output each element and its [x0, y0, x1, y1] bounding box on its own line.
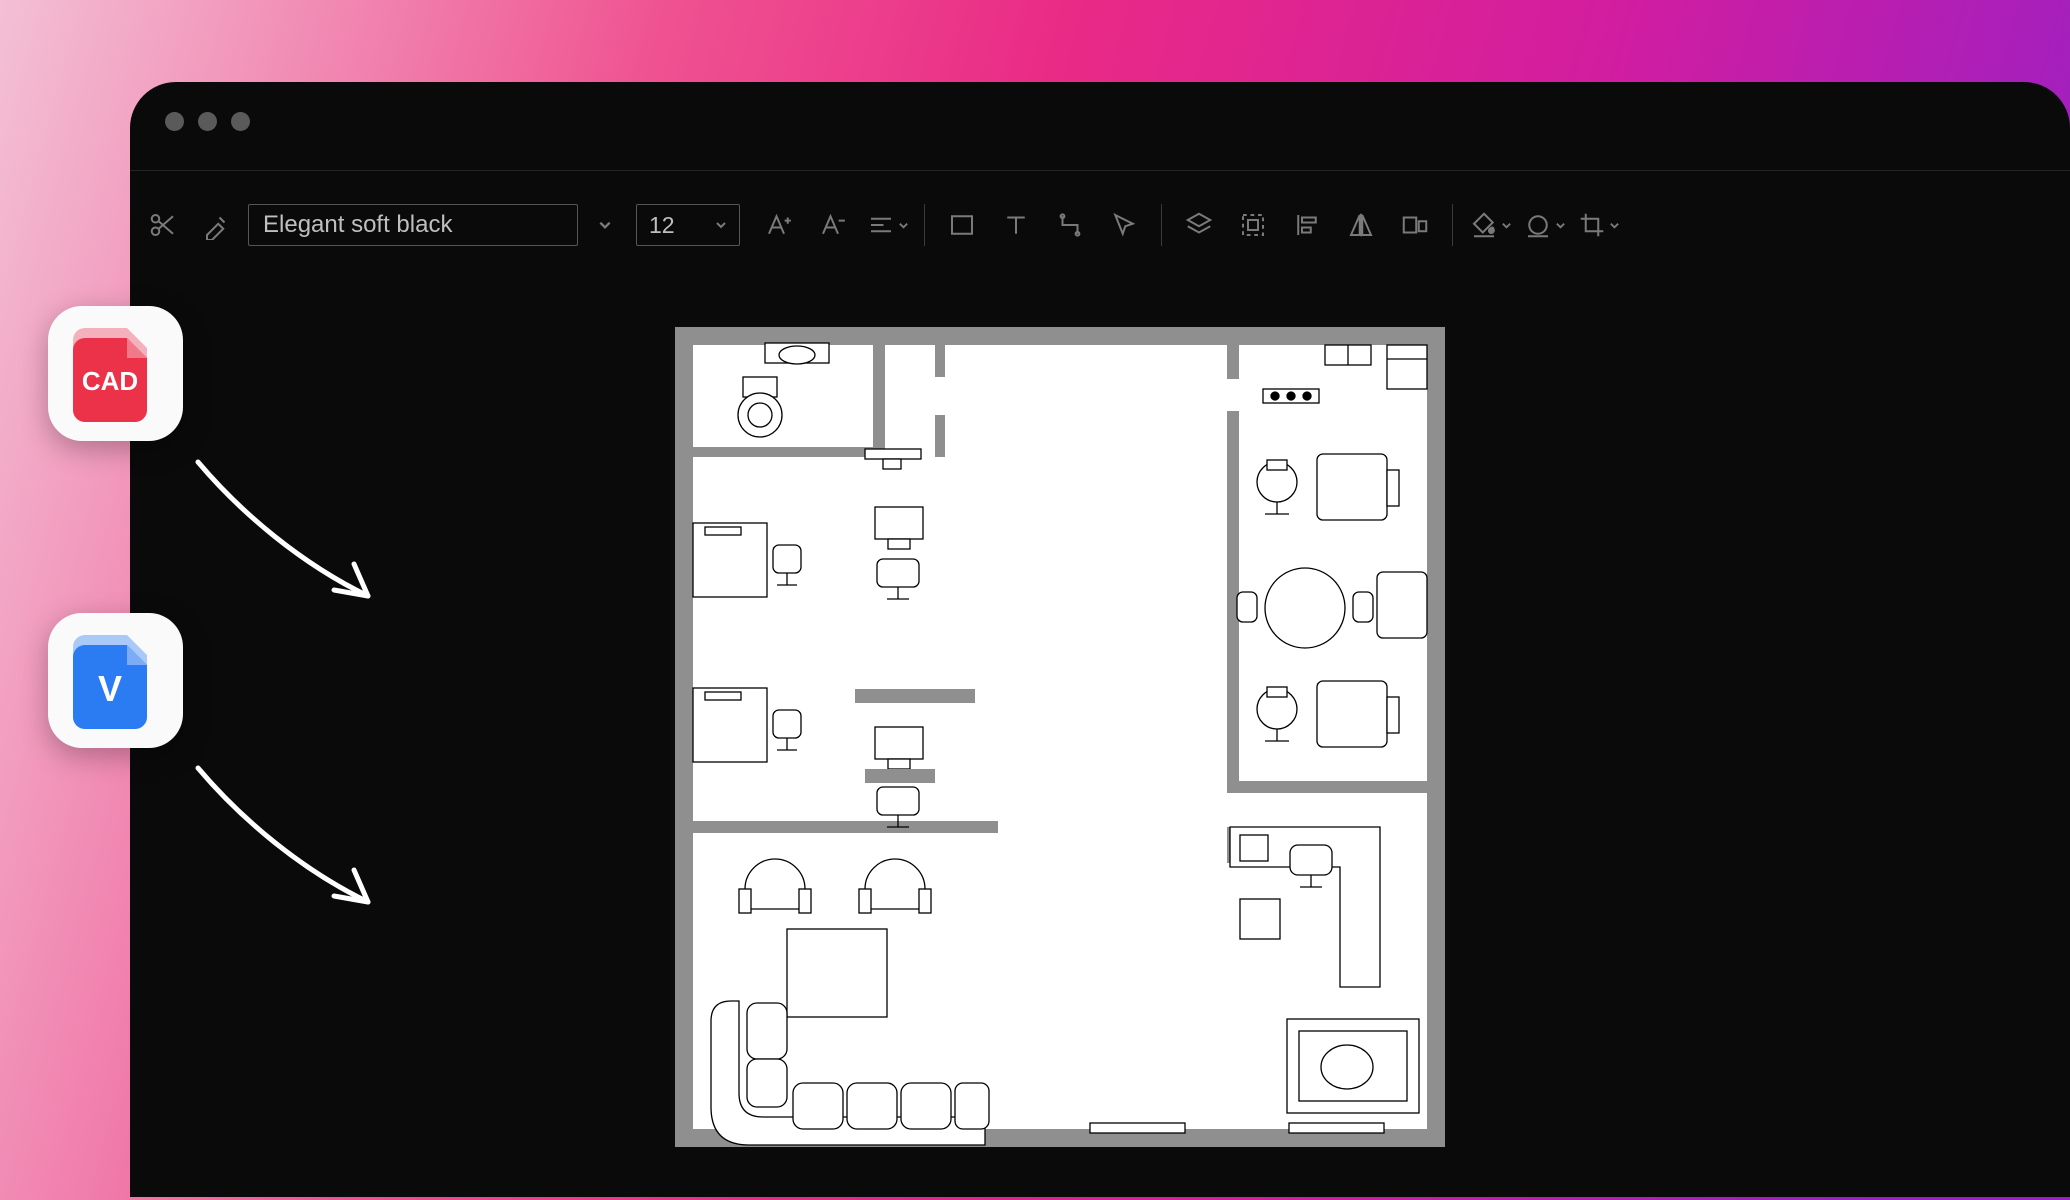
- workstation: [875, 507, 923, 599]
- cabinet: [1325, 345, 1427, 389]
- workstation: [693, 688, 801, 762]
- armchair: [859, 859, 931, 913]
- sink: [765, 343, 829, 364]
- visio-file-badge[interactable]: V: [48, 613, 183, 748]
- app-window: Elegant soft black 12: [130, 82, 2070, 1197]
- chevron-down-icon: [715, 219, 727, 231]
- pointer-tool-button[interactable]: [1101, 202, 1147, 248]
- traffic-close-icon[interactable]: [165, 112, 184, 131]
- text-tool-button[interactable]: [993, 202, 1039, 248]
- monitor: [865, 449, 921, 469]
- align-lines-icon: [866, 210, 896, 240]
- rug: [1287, 1019, 1419, 1113]
- align-left-icon: [1292, 210, 1322, 240]
- text-icon: [1001, 210, 1031, 240]
- visio-file-icon: V: [73, 631, 159, 731]
- toolbar-separator: [1161, 204, 1162, 246]
- font-family-value: Elegant soft black: [263, 211, 452, 239]
- workstation: [1257, 454, 1399, 520]
- layers-button[interactable]: [1176, 202, 1222, 248]
- font-family-select[interactable]: Elegant soft black: [248, 204, 578, 246]
- pointer-icon: [1109, 210, 1139, 240]
- connector-icon: [1055, 210, 1085, 240]
- traffic-lights: [165, 112, 250, 131]
- flip-horizontal-icon: [1346, 210, 1376, 240]
- font-size-value: 12: [649, 212, 675, 239]
- line-style-icon: [1523, 210, 1553, 240]
- decrease-font-button[interactable]: [810, 202, 856, 248]
- sectional-sofa: [711, 1001, 989, 1145]
- drawing-canvas[interactable]: [675, 327, 1445, 1147]
- paint-format-icon: [202, 210, 232, 240]
- fill-color-button[interactable]: [1467, 202, 1513, 248]
- office-chair: [773, 545, 801, 585]
- traffic-minimize-icon[interactable]: [198, 112, 217, 131]
- font-increase-icon: [764, 210, 794, 240]
- workstation: [865, 727, 935, 827]
- chevron-down-icon: [898, 220, 909, 231]
- main-toolbar: Elegant soft black 12: [140, 197, 2070, 253]
- toolbar-separator: [924, 204, 925, 246]
- armchair: [739, 859, 811, 913]
- chevron-down-icon: [1501, 220, 1512, 231]
- layers-icon: [1184, 210, 1214, 240]
- line-style-button[interactable]: [1521, 202, 1567, 248]
- cut-button[interactable]: [140, 202, 186, 248]
- same-size-icon: [1400, 210, 1430, 240]
- connector-tool-button[interactable]: [1047, 202, 1093, 248]
- cad-file-badge[interactable]: CAD: [48, 306, 183, 441]
- toilet: [738, 377, 782, 437]
- floor-plan-diagram: [675, 327, 1445, 1147]
- increase-font-button[interactable]: [756, 202, 802, 248]
- cad-file-icon: CAD: [73, 324, 159, 424]
- alignment-button[interactable]: [864, 202, 910, 248]
- rectangle-tool-button[interactable]: [939, 202, 985, 248]
- font-decrease-icon: [818, 210, 848, 240]
- format-painter-button[interactable]: [194, 202, 240, 248]
- font-size-select[interactable]: 12: [636, 204, 740, 246]
- crop-button[interactable]: [1575, 202, 1621, 248]
- group-icon: [1238, 210, 1268, 240]
- reception-desk: [1230, 827, 1380, 987]
- traffic-zoom-icon[interactable]: [231, 112, 250, 131]
- group-button[interactable]: [1230, 202, 1276, 248]
- pendant-lights: [1263, 389, 1319, 403]
- align-objects-button[interactable]: [1284, 202, 1330, 248]
- chevron-down-icon: [598, 218, 612, 232]
- crop-icon: [1577, 210, 1607, 240]
- flip-horizontal-button[interactable]: [1338, 202, 1384, 248]
- workstation: [1257, 681, 1399, 747]
- rectangle-icon: [947, 210, 977, 240]
- cad-file-label: CAD: [81, 366, 137, 396]
- same-size-button[interactable]: [1392, 202, 1438, 248]
- round-table-group: [1237, 568, 1427, 648]
- chevron-down-icon: [1555, 220, 1566, 231]
- scissors-icon: [148, 210, 178, 240]
- fill-bucket-icon: [1469, 210, 1499, 240]
- visio-file-label: V: [97, 668, 121, 709]
- chevron-down-icon: [1609, 220, 1620, 231]
- workstation: [693, 523, 801, 597]
- toolbar-separator: [1452, 204, 1453, 246]
- titlebar-divider: [130, 170, 2070, 171]
- font-family-caret[interactable]: [590, 204, 620, 246]
- coffee-table: [787, 929, 887, 1017]
